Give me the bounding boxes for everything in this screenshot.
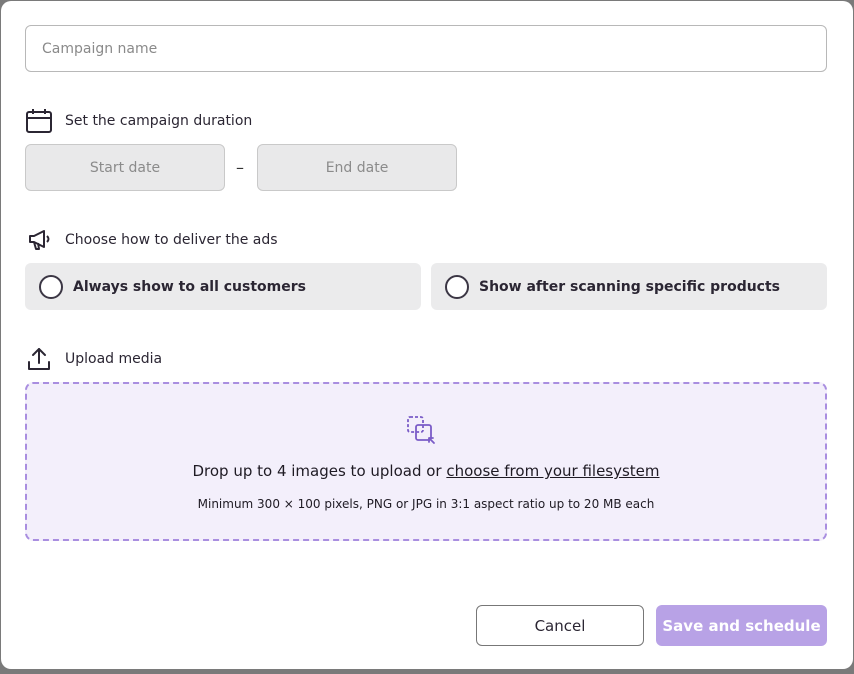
upload-heading-label: Upload media [65, 351, 163, 367]
start-date-placeholder: Start date [89, 159, 161, 176]
duration-heading: Set the campaign duration [25, 106, 252, 136]
upload-requirements: Minimum 300 × 100 pixels, PNG or JPG in … [197, 497, 655, 511]
dropzone-instructions: Drop up to 4 images to upload or choose … [27, 462, 825, 480]
duration-heading-label: Set the campaign duration [65, 113, 253, 129]
campaign-dialog: Set the campaign duration Start date – E… [1, 1, 853, 669]
delivery-option-after-scanning[interactable]: Show after scanning specific products [431, 263, 827, 310]
radio-button[interactable] [39, 274, 63, 299]
delivery-option-all-customers[interactable]: Always show to all customers [25, 263, 421, 310]
megaphone-icon [25, 225, 55, 255]
delivery-heading-label: Choose how to deliver the ads [65, 232, 278, 248]
date-range-separator: – [236, 158, 244, 177]
campaign-name-input[interactable] [25, 25, 827, 72]
dropzone-text: Drop up to 4 images to upload or [192, 462, 447, 480]
delivery-option-label: Always show to all customers [73, 278, 306, 295]
delivery-heading: Choose how to deliver the ads [25, 225, 278, 255]
select-image-icon [405, 414, 437, 446]
cancel-button[interactable]: Cancel [476, 605, 644, 646]
start-date-field[interactable]: Start date [25, 144, 225, 191]
delivery-option-label: Show after scanning specific products [479, 278, 781, 295]
end-date-placeholder: End date [325, 159, 389, 176]
calendar-icon [25, 106, 55, 136]
upload-icon [25, 344, 55, 374]
media-dropzone[interactable]: Drop up to 4 images to upload or choose … [25, 382, 827, 541]
radio-button[interactable] [445, 274, 469, 299]
choose-file-link[interactable]: choose from your filesystem [446, 462, 659, 480]
upload-heading: Upload media [25, 344, 162, 374]
save-and-schedule-button[interactable]: Save and schedule [656, 605, 827, 646]
end-date-field[interactable]: End date [257, 144, 457, 191]
